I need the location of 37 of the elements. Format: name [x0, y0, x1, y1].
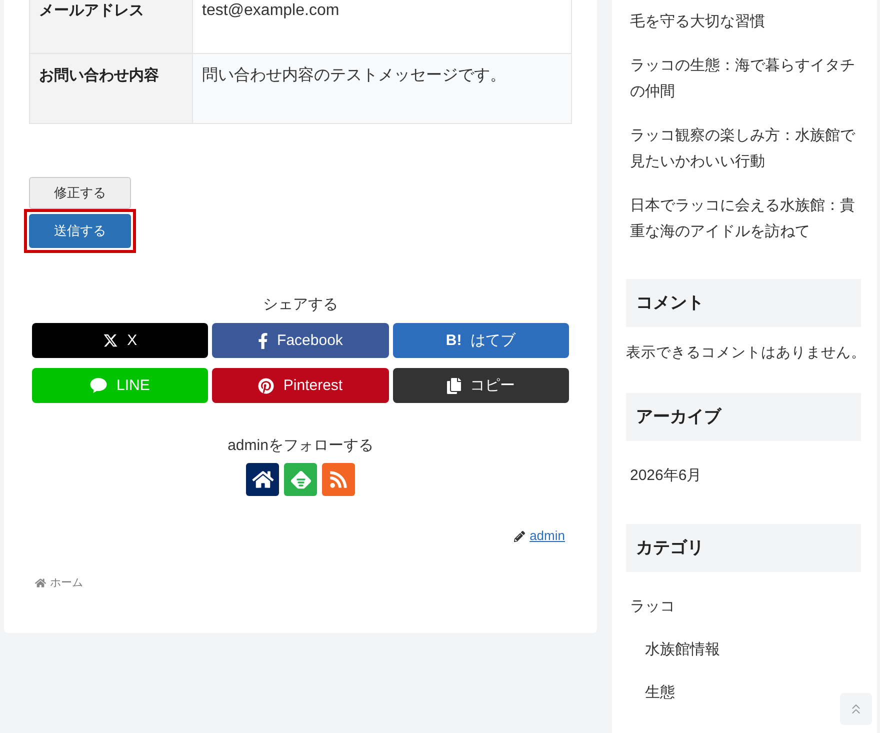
rss-icon	[330, 470, 347, 489]
submit-button[interactable]: 送信する	[29, 214, 131, 248]
share-button[interactable]: X	[32, 323, 208, 358]
share-heading: シェアする	[263, 296, 338, 314]
widget-heading: カテゴリ	[626, 524, 861, 572]
follow-heading: adminをフォローする	[228, 437, 374, 455]
post-link[interactable]: ラッコの生態：海で暮らすイタチの仲間	[626, 53, 861, 105]
archive-link[interactable]: 2026年6月	[626, 463, 706, 489]
field-label-cell: メールアドレス	[30, 0, 193, 53]
home-icon	[35, 578, 46, 588]
share-button[interactable]: Pinterest	[212, 368, 389, 403]
field-label-cell: お問い合わせ内容	[30, 54, 193, 123]
field-value-cell: 問い合わせ内容のテストメッセージです。	[193, 54, 571, 123]
post-link[interactable]: 日本でラッコに会える水族館：貴重な海のアイドルを訪ねて	[626, 193, 861, 245]
breadcrumb-link[interactable]: ホーム	[50, 575, 83, 591]
category-link[interactable]: ラッコ	[626, 594, 679, 620]
copy-icon	[446, 378, 461, 394]
striped-diamond-icon	[290, 470, 310, 488]
category-link[interactable]: 水族館情報	[641, 637, 724, 663]
empty-comments-text: 表示できるコメントはありません。	[626, 344, 861, 363]
revise-button[interactable]: 修正する	[29, 177, 131, 209]
author-link[interactable]: admin	[530, 528, 565, 544]
follow-button[interactable]	[246, 463, 279, 496]
widget-heading: コメント	[626, 279, 861, 327]
x-logo-icon	[103, 333, 118, 348]
speech-bubble-icon	[90, 378, 108, 393]
pencil-icon	[514, 530, 525, 542]
share-button[interactable]: B! はてブ	[392, 323, 569, 358]
share-button[interactable]: Facebook	[212, 323, 389, 358]
share-button[interactable]: コピー	[392, 368, 569, 403]
category-link[interactable]: 生態	[641, 680, 679, 706]
post-link[interactable]: 毛を守る大切な習慣	[626, 9, 861, 35]
b-mark-icon: B!	[446, 332, 462, 348]
letter-f-logo-icon	[258, 332, 268, 348]
home-icon	[252, 470, 274, 489]
widget-heading: アーカイブ	[626, 393, 861, 441]
post-link[interactable]: ラッコ観察の楽しみ方：水族館で見たいかわいい行動	[626, 123, 861, 175]
